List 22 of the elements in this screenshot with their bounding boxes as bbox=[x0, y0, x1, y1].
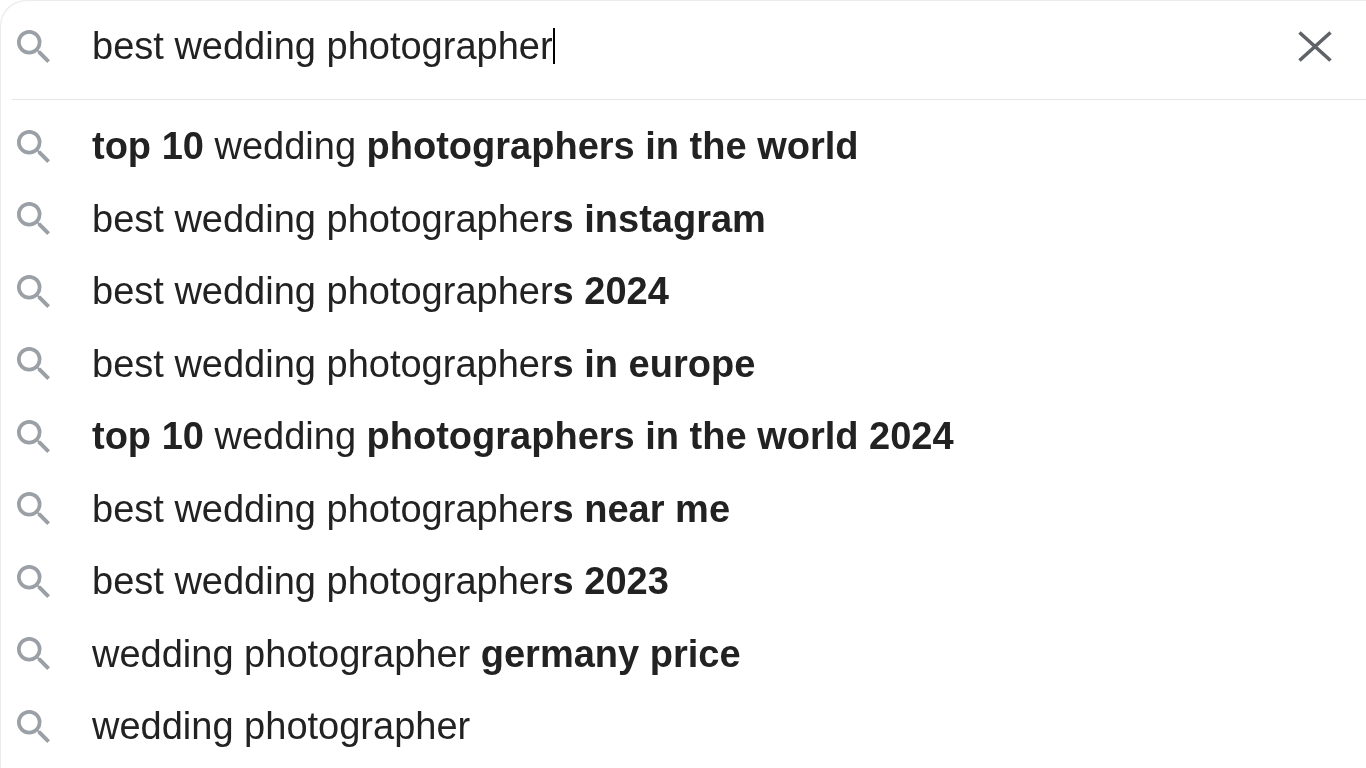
suggestion-item[interactable]: best wedding photographers instagram bbox=[0, 182, 1366, 255]
suggestion-item[interactable]: wedding photographer germany price bbox=[0, 617, 1366, 690]
search-icon bbox=[17, 564, 50, 598]
search-icon bbox=[17, 29, 50, 63]
search-icon bbox=[17, 347, 50, 381]
close-icon bbox=[1298, 30, 1332, 62]
search-icon bbox=[17, 637, 50, 671]
suggestion-item[interactable]: top 10 wedding photographers in the world 2024 bbox=[0, 400, 1366, 473]
search-icon bbox=[17, 419, 50, 453]
clear-button[interactable] bbox=[1298, 30, 1332, 62]
suggestion-item[interactable]: best wedding photographers 2024 bbox=[0, 255, 1366, 328]
search-field[interactable]: best wedding photographer bbox=[92, 24, 1282, 68]
search-icon bbox=[17, 492, 50, 526]
suggestion-item[interactable]: best wedding photographers 2023 bbox=[0, 545, 1366, 618]
search-icon bbox=[17, 129, 50, 163]
search-icon bbox=[17, 202, 50, 236]
search-icon bbox=[17, 709, 50, 743]
suggestion-item[interactable]: wedding photographer bbox=[0, 690, 1366, 763]
suggestion-item[interactable]: best wedding photographers in europe bbox=[0, 327, 1366, 400]
suggestion-item[interactable]: top 10 wedding photographers in the world bbox=[0, 110, 1366, 183]
search-icon bbox=[17, 274, 50, 308]
suggestion-item[interactable]: best wedding photographers near me bbox=[0, 472, 1366, 545]
